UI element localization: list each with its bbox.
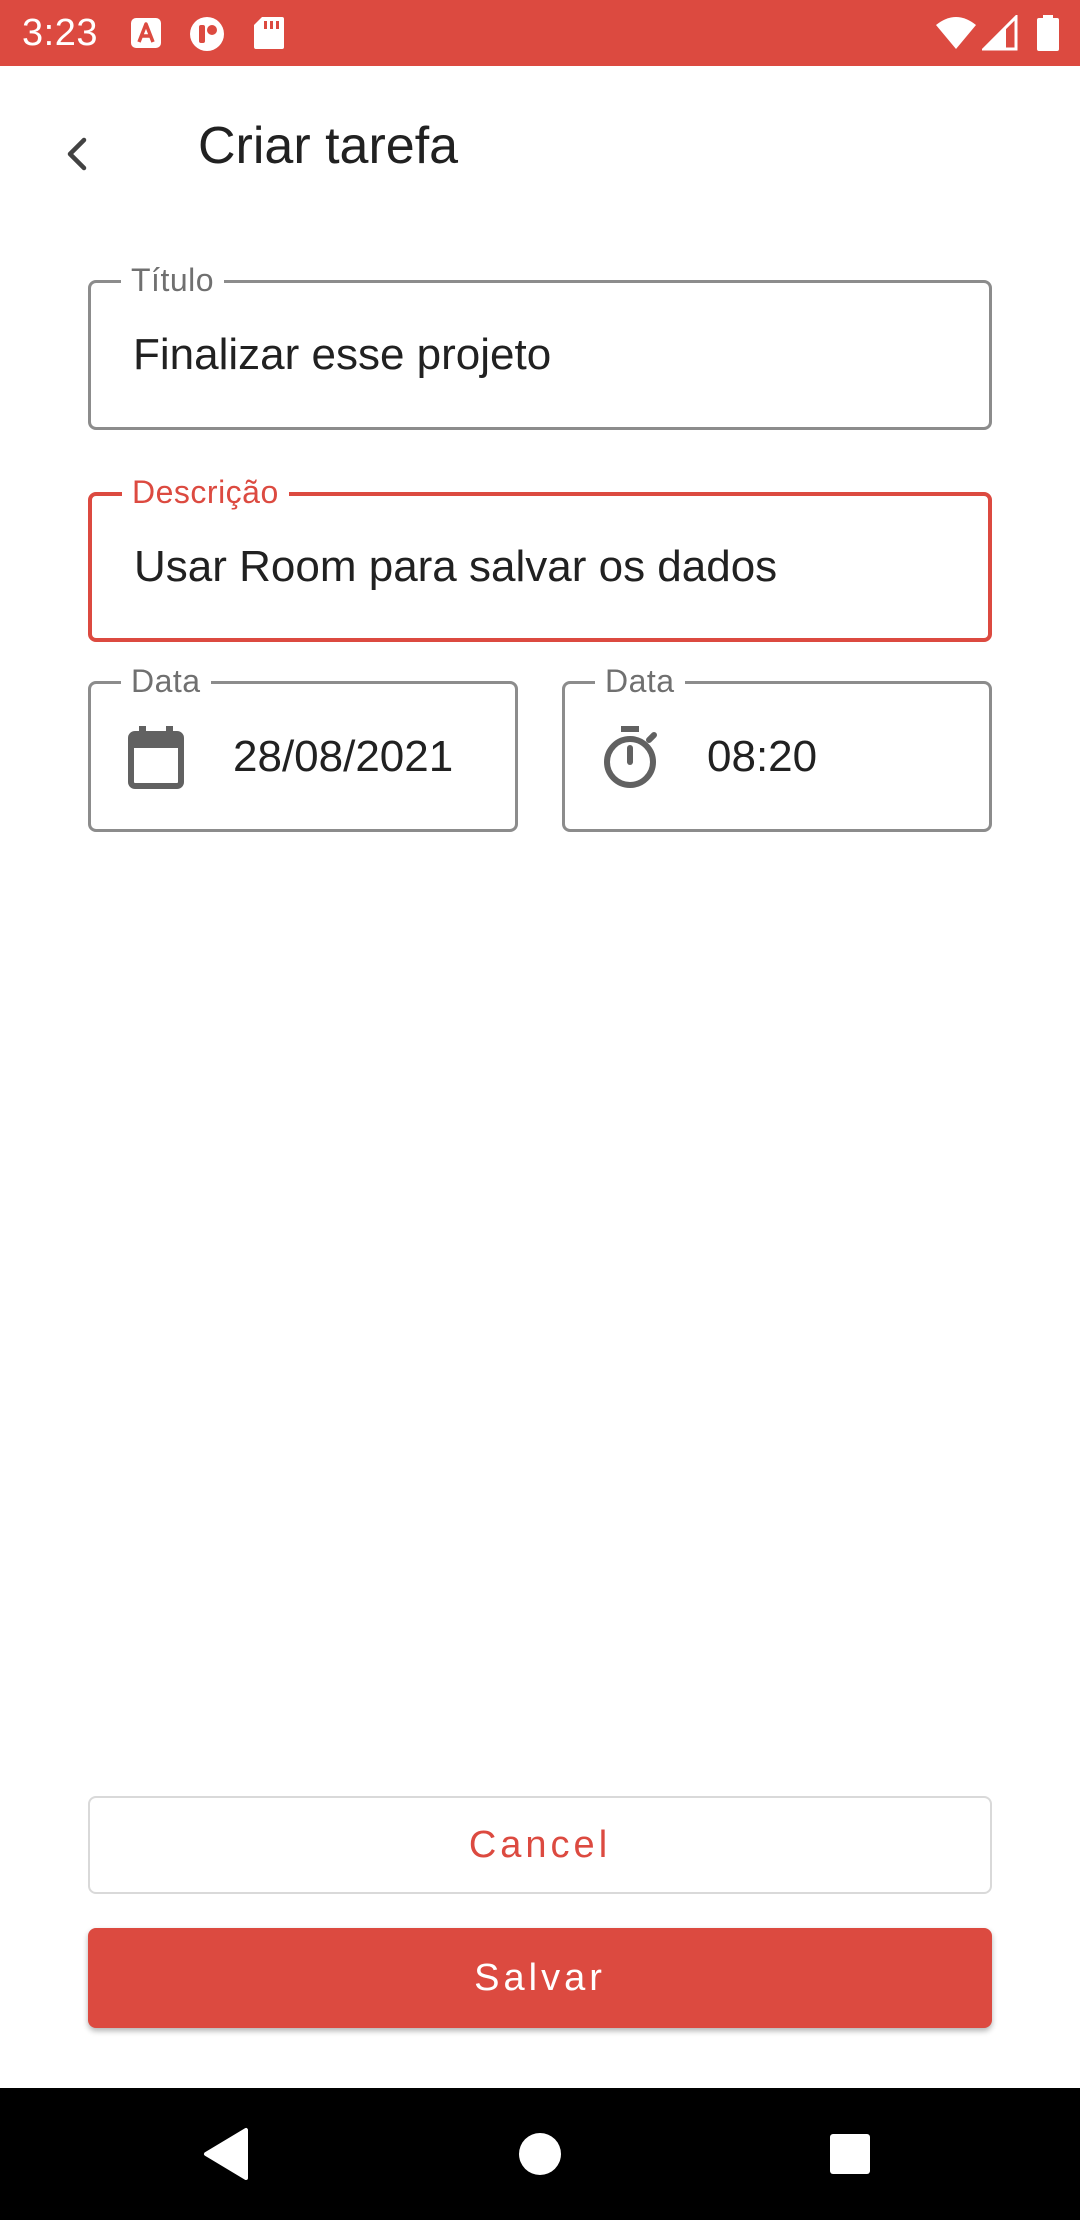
chevron-left-icon: [67, 137, 87, 171]
time-field-label: Data: [595, 662, 685, 700]
description-field[interactable]: Descrição Usar Room para salvar os dados: [88, 473, 992, 642]
time-field[interactable]: Data 08:20: [562, 662, 992, 832]
cancel-button[interactable]: Cancel: [88, 1796, 992, 1894]
home-circle-icon[interactable]: [510, 2124, 570, 2184]
calendar-icon[interactable]: [125, 726, 187, 790]
date-field-label: Data: [121, 662, 211, 700]
a-notification-icon: [128, 15, 164, 51]
cell-signal-icon: [980, 13, 1018, 51]
app-notification-icon: [188, 15, 224, 51]
wifi-icon: [934, 15, 978, 51]
description-field-value[interactable]: Usar Room para salvar os dados: [134, 496, 777, 638]
navigation-bar: [0, 2088, 1080, 2220]
date-field[interactable]: Data 28/08/2021: [88, 662, 518, 832]
time-field-value[interactable]: 08:20: [707, 684, 817, 829]
sd-card-icon: [252, 15, 288, 51]
title-field-value[interactable]: Finalizar esse projeto: [133, 283, 551, 427]
page-title: Criar tarefa: [198, 117, 459, 175]
back-button[interactable]: [40, 116, 116, 192]
timer-icon[interactable]: [599, 726, 661, 790]
status-bar: 3:23: [0, 0, 1080, 66]
recents-square-icon[interactable]: [820, 2124, 880, 2184]
screen: 3:23 Criar tarefa Título Finalizar esse …: [0, 0, 1080, 2220]
app-bar: Criar tarefa: [0, 66, 1080, 224]
date-field-value[interactable]: 28/08/2021: [233, 684, 453, 829]
status-time: 3:23: [22, 12, 98, 54]
battery-icon: [1036, 15, 1060, 51]
title-field[interactable]: Título Finalizar esse projeto: [88, 261, 992, 430]
back-triangle-icon[interactable]: [196, 2124, 256, 2184]
save-button[interactable]: Salvar: [88, 1928, 992, 2028]
